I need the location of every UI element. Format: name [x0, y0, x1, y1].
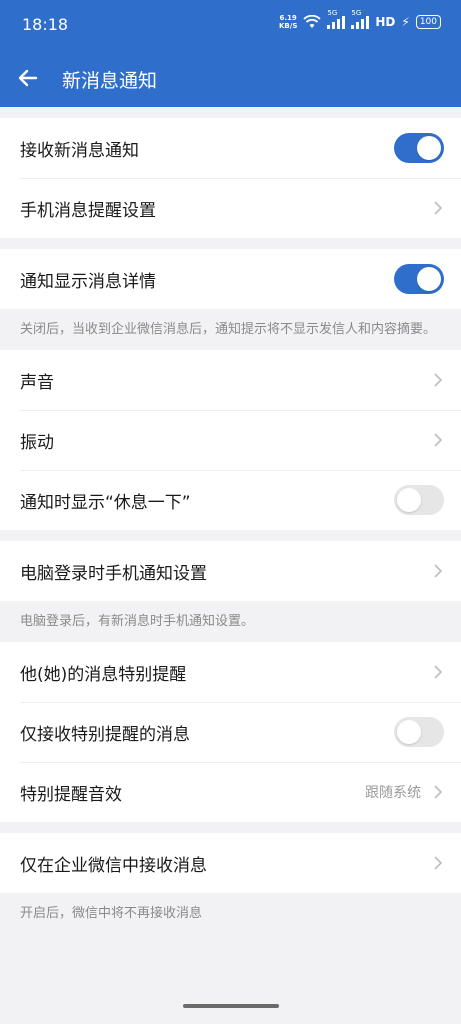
- wifi-icon: [303, 15, 321, 28]
- only-wecom-row[interactable]: 仅在企业微信中接收消息: [0, 833, 461, 893]
- signal-icon: 5G: [327, 9, 346, 29]
- detail-note: 关闭后，当收到企业微信消息后，通知提示将不显示发信人和内容摘要。: [20, 322, 437, 337]
- back-arrow-icon[interactable]: [16, 66, 40, 90]
- chevron-right-icon: [434, 856, 443, 870]
- status-icons: 6.19 KB/S 5G 5G HD ⚡ 100: [279, 9, 441, 30]
- row-label: 电脑登录时手机通知设置: [20, 563, 207, 584]
- row-label: 他(她)的消息特别提醒: [20, 664, 187, 685]
- battery-icon: 100: [415, 15, 441, 29]
- settings-group: 电脑登录时手机通知设置: [0, 541, 461, 601]
- row-label: 仅接收特别提醒的消息: [20, 724, 190, 745]
- receive-notify-row[interactable]: 接收新消息通知: [0, 118, 461, 178]
- chevron-right-icon: [434, 564, 443, 578]
- row-label: 仅在企业微信中接收消息: [20, 855, 207, 876]
- hd-indicator: HD: [375, 15, 396, 29]
- status-bar: 18:18 6.19 KB/S 5G 5G HD ⚡ 100: [0, 0, 461, 52]
- only-special-toggle[interactable]: [394, 717, 444, 747]
- special-sound-row[interactable]: 特别提醒音效 跟随系统: [0, 762, 461, 822]
- only-special-row[interactable]: 仅接收特别提醒的消息: [0, 702, 461, 762]
- chevron-right-icon: [434, 665, 443, 679]
- wecom-note: 开启后，微信中将不再接收消息: [20, 906, 203, 921]
- settings-group: 仅在企业微信中接收消息: [0, 833, 461, 893]
- receive-notify-toggle[interactable]: [394, 133, 444, 163]
- row-label: 接收新消息通知: [20, 140, 139, 161]
- settings-list: 接收新消息通知 手机消息提醒设置 通知显示消息详情 关闭后，当收到企业微信消息后…: [0, 107, 461, 934]
- network-speed: 6.19 KB/S: [279, 14, 298, 30]
- chevron-right-icon: [434, 785, 443, 799]
- row-label: 手机消息提醒设置: [20, 200, 156, 221]
- sound-row[interactable]: 声音: [0, 350, 461, 410]
- row-label: 通知显示消息详情: [20, 271, 156, 292]
- home-indicator[interactable]: [183, 1004, 279, 1008]
- row-label: 通知时显示“休息一下”: [20, 492, 191, 513]
- status-time: 18:18: [22, 15, 69, 34]
- row-label: 声音: [20, 372, 54, 393]
- settings-group: 声音 振动 通知时显示“休息一下”: [0, 350, 461, 530]
- pc-login-row[interactable]: 电脑登录时手机通知设置: [0, 541, 461, 601]
- phone-remind-row[interactable]: 手机消息提醒设置: [0, 178, 461, 238]
- row-label: 振动: [20, 432, 54, 453]
- rest-row[interactable]: 通知时显示“休息一下”: [0, 470, 461, 530]
- charging-icon: ⚡: [401, 15, 410, 29]
- settings-group: 他(她)的消息特别提醒 仅接收特别提醒的消息 特别提醒音效 跟随系统: [0, 642, 461, 822]
- special-sound-value: 跟随系统: [365, 785, 421, 801]
- special-remind-row[interactable]: 他(她)的消息特别提醒: [0, 642, 461, 702]
- page-title: 新消息通知: [62, 70, 158, 92]
- app-bar: 新消息通知: [0, 52, 461, 107]
- rest-toggle[interactable]: [394, 485, 444, 515]
- vibrate-row[interactable]: 振动: [0, 410, 461, 470]
- pc-note: 电脑登录后，有新消息时手机通知设置。: [20, 614, 255, 629]
- show-detail-toggle[interactable]: [394, 264, 444, 294]
- settings-group: 接收新消息通知 手机消息提醒设置: [0, 118, 461, 238]
- row-label: 特别提醒音效: [20, 784, 122, 805]
- signal-icon: 5G: [351, 9, 370, 29]
- chevron-right-icon: [434, 201, 443, 215]
- chevron-right-icon: [434, 373, 443, 387]
- chevron-right-icon: [434, 433, 443, 447]
- show-detail-row[interactable]: 通知显示消息详情: [0, 249, 461, 309]
- settings-group: 通知显示消息详情: [0, 249, 461, 309]
